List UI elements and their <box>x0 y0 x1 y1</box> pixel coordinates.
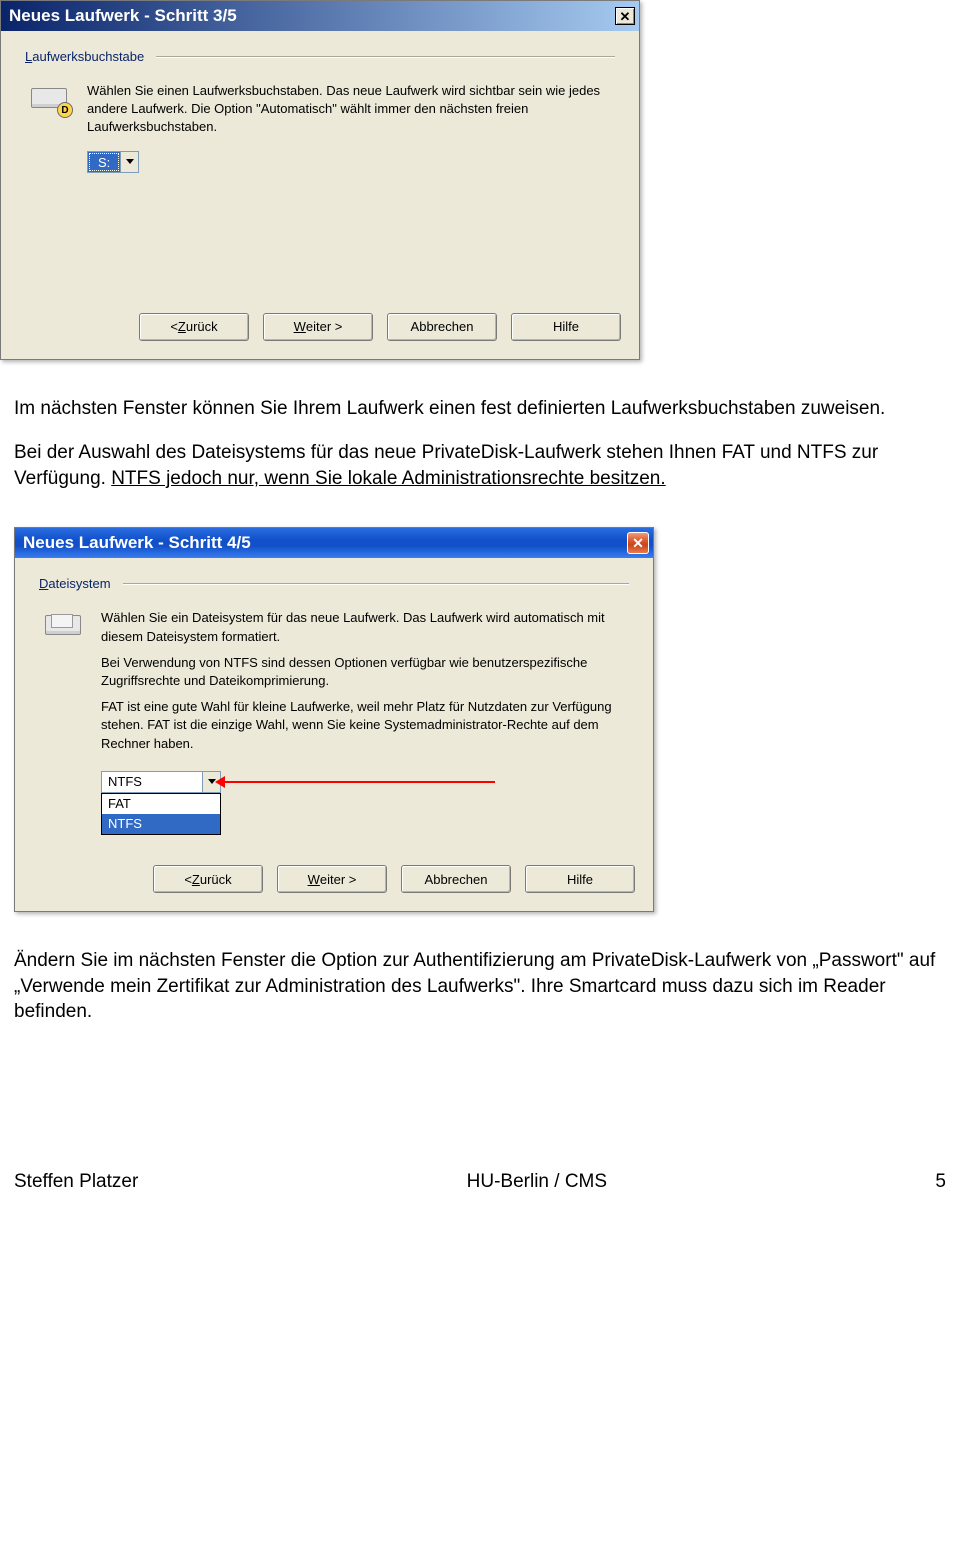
group-label: Dateisystem <box>39 576 629 591</box>
desc-3: FAT ist eine gute Wahl für kleine Laufwe… <box>101 698 629 753</box>
next-button[interactable]: Weiter > <box>263 313 373 341</box>
separator <box>123 583 629 585</box>
arrow-annotation <box>225 781 495 783</box>
footer-org: HU-Berlin / CMS <box>467 1171 607 1193</box>
group-label: Laufwerksbuchstabe <box>25 49 615 64</box>
help-button[interactable]: Hilfe <box>511 313 621 341</box>
chevron-down-icon[interactable] <box>120 152 138 172</box>
titlebar: Neues Laufwerk - Schritt 4/5 ✕ <box>15 528 653 558</box>
close-icon[interactable]: ✕ <box>615 7 635 25</box>
combo-value: NTFS <box>102 773 202 791</box>
back-button[interactable]: < Zurück <box>153 865 263 893</box>
footer-author: Steffen Platzer <box>14 1171 138 1193</box>
dialog-step-4: Neues Laufwerk - Schritt 4/5 ✕ Dateisyst… <box>14 527 654 912</box>
option-ntfs[interactable]: NTFS <box>102 814 220 834</box>
drive-icon: D <box>31 84 71 116</box>
title-text: Neues Laufwerk - Schritt 3/5 <box>9 6 237 26</box>
dialog-body: Dateisystem Wählen Sie ein Dateisystem f… <box>15 558 653 855</box>
combo-list: FAT NTFS <box>101 793 221 835</box>
dialog-step-3: Neues Laufwerk - Schritt 3/5 ✕ Laufwerks… <box>0 0 640 360</box>
back-button[interactable]: < Zurück <box>139 313 249 341</box>
separator <box>156 56 615 58</box>
option-fat[interactable]: FAT <box>102 794 220 814</box>
drive-letter-combo[interactable]: S: <box>87 151 139 173</box>
cancel-button[interactable]: Abbrechen <box>387 313 497 341</box>
filesystem-combo[interactable]: NTFS FAT NTFS <box>101 771 221 835</box>
body-paragraph-1: Im nächsten Fenster können Sie Ihrem Lau… <box>14 396 946 492</box>
drive-icon <box>45 611 85 643</box>
description: Wählen Sie einen Laufwerksbuchstaben. Da… <box>87 82 615 137</box>
next-button[interactable]: Weiter > <box>277 865 387 893</box>
titlebar: Neues Laufwerk - Schritt 3/5 ✕ <box>1 1 639 31</box>
desc-2: Bei Verwendung von NTFS sind dessen Opti… <box>101 654 629 690</box>
title-text: Neues Laufwerk - Schritt 4/5 <box>23 533 251 553</box>
button-row: < Zurück Weiter > Abbrechen Hilfe <box>15 855 653 911</box>
close-icon[interactable]: ✕ <box>627 532 649 554</box>
dialog-body: Laufwerksbuchstabe D Wählen Sie einen La… <box>1 31 639 193</box>
body-paragraph-2: Ändern Sie im nächsten Fenster die Optio… <box>14 948 946 1025</box>
cancel-button[interactable]: Abbrechen <box>401 865 511 893</box>
page-footer: Steffen Platzer HU-Berlin / CMS 5 <box>0 1061 960 1193</box>
button-row: < Zurück Weiter > Abbrechen Hilfe <box>1 303 639 359</box>
help-button[interactable]: Hilfe <box>525 865 635 893</box>
desc-1: Wählen Sie ein Dateisystem für das neue … <box>101 609 629 645</box>
combo-selected: S: <box>88 152 120 172</box>
page-number: 5 <box>935 1171 946 1193</box>
